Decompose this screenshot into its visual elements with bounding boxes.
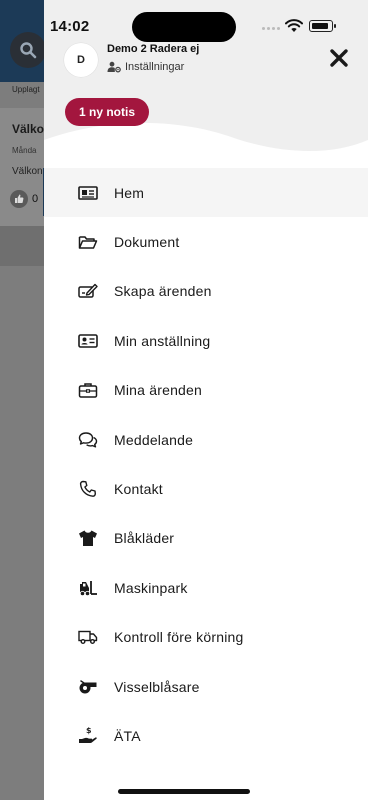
status-time: 14:02 <box>50 18 90 35</box>
menu-item-meddelande[interactable]: Meddelande <box>44 415 368 464</box>
background-card-text: Välkon <box>12 166 43 177</box>
phone-icon <box>78 479 98 499</box>
wifi-icon <box>285 19 303 32</box>
menu-item-maskinpark[interactable]: Maskinpark <box>44 563 368 612</box>
menu-item-min-anstallning[interactable]: Min anställning <box>44 316 368 365</box>
close-icon[interactable] <box>328 47 350 69</box>
menu-item-label: Hem <box>114 184 145 201</box>
folder-icon <box>78 232 98 252</box>
menu-item-label: Blåkläder <box>114 530 175 547</box>
menu-item-hem[interactable]: Hem <box>44 168 368 218</box>
menu-item-label: Visselblåsare <box>114 678 200 695</box>
menu-item-label: ÄTA <box>114 727 141 744</box>
search-icon <box>10 32 46 68</box>
signal-icon <box>262 27 280 30</box>
menu-item-blaklader[interactable]: Blåkläder <box>44 514 368 563</box>
menu-item-label: Meddelande <box>114 431 194 448</box>
background-like-count: 0 <box>32 193 39 205</box>
menu-item-label: Dokument <box>114 234 180 251</box>
shirt-icon <box>78 528 98 548</box>
background-card-title: Välko <box>12 122 45 136</box>
battery-icon <box>309 20 336 32</box>
briefcase-icon <box>78 380 98 400</box>
menu-item-dokument[interactable]: Dokument <box>44 217 368 266</box>
chat-icon <box>78 430 98 450</box>
menu-item-mina-arenden[interactable]: Mina ärenden <box>44 366 368 415</box>
menu-item-label: Skapa ärenden <box>114 283 212 300</box>
drawer-menu: Hem Dokument Skapa ärenden Min anställni… <box>44 168 368 761</box>
menu-item-visselblasare[interactable]: Visselblåsare <box>44 662 368 711</box>
user-name: Demo 2 Radera ej <box>107 43 200 55</box>
newspaper-icon <box>78 183 98 203</box>
notification-button[interactable]: 1 ny notis <box>65 98 150 126</box>
menu-item-kontroll-fore-korning[interactable]: Kontroll före körning <box>44 613 368 662</box>
truck-icon <box>78 627 98 647</box>
money-hand-icon: $ <box>78 726 98 746</box>
whistle-icon <box>78 677 98 697</box>
avatar[interactable]: D <box>64 43 98 77</box>
thumbs-up-icon <box>10 190 28 208</box>
dynamic-island <box>132 12 236 42</box>
forklift-icon <box>78 578 98 598</box>
menu-item-label: Maskinpark <box>114 579 188 596</box>
menu-item-label: Kontroll före körning <box>114 629 244 646</box>
svg-text:$: $ <box>86 726 92 735</box>
home-indicator[interactable] <box>118 789 250 794</box>
menu-item-skapa-arenden[interactable]: Skapa ärenden <box>44 267 368 316</box>
menu-item-kontakt[interactable]: Kontakt <box>44 464 368 513</box>
menu-item-label: Kontakt <box>114 481 163 498</box>
background-card-date: Månda <box>12 146 37 155</box>
user-settings-icon <box>107 61 121 73</box>
settings-link[interactable]: Inställningar <box>107 61 184 73</box>
settings-label: Inställningar <box>125 61 185 73</box>
id-card-icon <box>78 331 98 351</box>
menu-item-ata[interactable]: $ ÄTA <box>44 711 368 760</box>
edit-ticket-icon <box>78 281 98 301</box>
menu-item-label: Mina ärenden <box>114 382 203 399</box>
menu-item-label: Min anställning <box>114 332 211 349</box>
